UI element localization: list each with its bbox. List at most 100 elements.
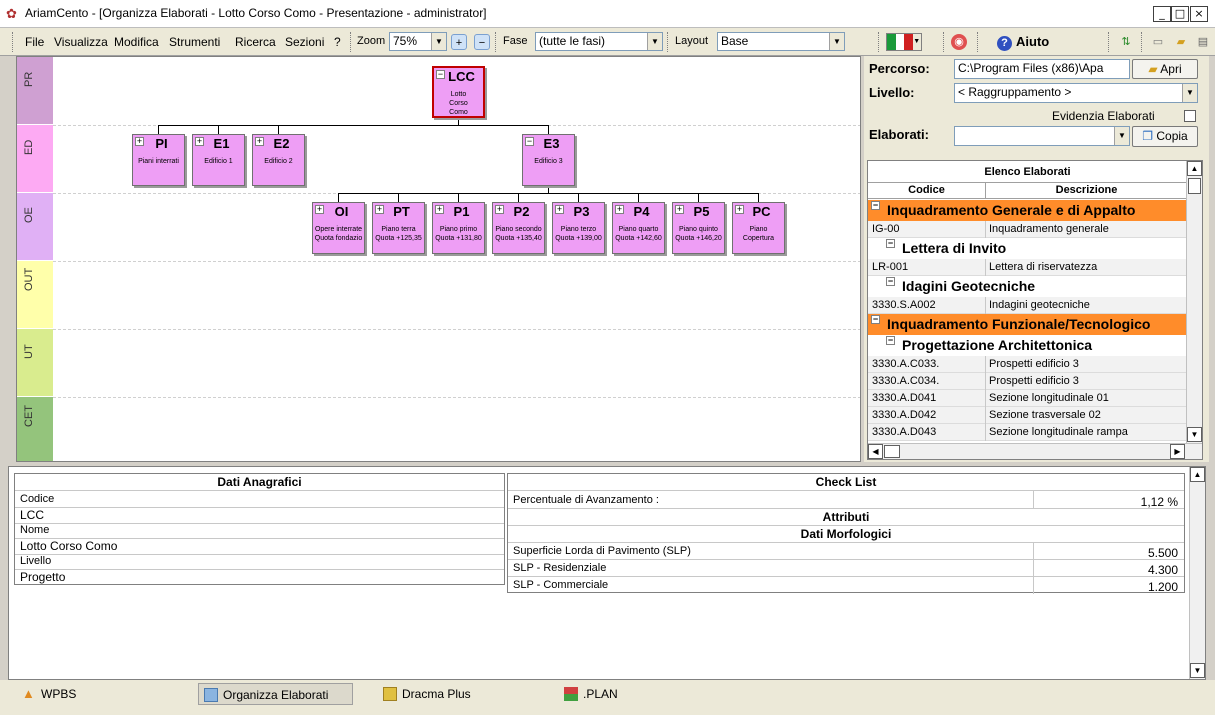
level-band-label: UT bbox=[23, 344, 35, 359]
toolbar-grip[interactable] bbox=[1141, 32, 1144, 52]
toolbar-grip[interactable] bbox=[350, 32, 353, 52]
list-horizontal-scrollbar[interactable]: ◀ ▶ bbox=[868, 443, 1202, 459]
zoom-out-icon[interactable]: − bbox=[474, 34, 490, 50]
zoom-in-icon[interactable]: + bbox=[451, 34, 467, 50]
chevron-down-icon[interactable]: ▼ bbox=[647, 33, 662, 50]
diagram-node[interactable]: + P5 Piano quinto Quota +146,20 bbox=[672, 202, 725, 254]
scroll-up-icon[interactable]: ▲ bbox=[1190, 467, 1205, 482]
close-button[interactable]: × bbox=[1190, 6, 1208, 22]
list-group-header[interactable]: − Inquadramento Generale e di Appalto bbox=[868, 200, 1187, 221]
toolbar-grip[interactable] bbox=[977, 32, 980, 52]
list-group-header[interactable]: − Inquadramento Funzionale/Tecnologico bbox=[868, 314, 1187, 335]
maximize-button[interactable]: □ bbox=[1171, 6, 1189, 22]
diagram-node[interactable]: + E2 Edificio 2 bbox=[252, 134, 305, 186]
zoom-select[interactable]: 75% ▼ bbox=[389, 32, 447, 51]
col-descrizione-header[interactable]: Descrizione bbox=[986, 183, 1187, 199]
help-button[interactable]: ? Aiuto bbox=[985, 32, 1078, 52]
print-icon[interactable]: ▤ bbox=[1195, 34, 1211, 50]
table-row[interactable]: 3330.A.C034. Prospetti edificio 3 bbox=[868, 373, 1187, 390]
scroll-left-icon[interactable]: ◀ bbox=[868, 444, 883, 459]
table-row[interactable]: LR-001 Lettera di riservatezza bbox=[868, 259, 1187, 276]
tab-dracma-plus[interactable]: Dracma Plus bbox=[378, 683, 558, 705]
collapse-icon[interactable]: − bbox=[871, 315, 880, 324]
elaborati-list[interactable]: Elenco Elaborati Codice Descrizione − Inq… bbox=[867, 160, 1203, 460]
table-row[interactable]: 3330.A.D043 Sezione longitudinale rampa bbox=[868, 424, 1187, 441]
table-row[interactable]: 3330.A.C033. Prospetti edificio 3 bbox=[868, 356, 1187, 373]
diagram-node[interactable]: + OI Opere interrate Quota fondazio bbox=[312, 202, 365, 254]
diagram-node[interactable]: + PT Piano terra Quota +125,35 bbox=[372, 202, 425, 254]
scroll-down-icon[interactable]: ▼ bbox=[1187, 427, 1202, 442]
menu-ricerca[interactable]: Ricerca bbox=[235, 35, 276, 49]
copia-button[interactable]: ❐ Copia bbox=[1132, 126, 1198, 147]
toolbar-grip[interactable] bbox=[667, 32, 670, 52]
diagram-node[interactable]: + E1 Edificio 1 bbox=[192, 134, 245, 186]
zoom-label: Zoom bbox=[357, 35, 386, 47]
diagram-node[interactable]: + PI Piani interrati bbox=[132, 134, 185, 186]
open-folder-icon[interactable]: ▰ bbox=[1173, 34, 1189, 50]
table-row[interactable]: 3330.A.D041 Sezione longitudinale 01 bbox=[868, 390, 1187, 407]
chevron-down-icon[interactable]: ▼ bbox=[1114, 127, 1129, 145]
table-row[interactable]: 3330.S.A002 Indagini geotecniche bbox=[868, 297, 1187, 314]
refresh-icon[interactable]: ⇅ bbox=[1118, 34, 1134, 50]
collapse-icon[interactable]: − bbox=[886, 336, 895, 345]
scroll-thumb[interactable] bbox=[1188, 178, 1201, 194]
diagram-node[interactable]: + P3 Piano terzo Quota +139,00 bbox=[552, 202, 605, 254]
diagram-node[interactable]: − LCC Lotto Corso Como bbox=[432, 66, 485, 118]
scroll-thumb[interactable] bbox=[884, 445, 900, 458]
list-vertical-scrollbar[interactable]: ▲ ▼ bbox=[1186, 161, 1202, 443]
language-select[interactable]: ▼ bbox=[886, 33, 922, 51]
details-vertical-scrollbar[interactable]: ▲ ▼ bbox=[1189, 467, 1205, 679]
table-row[interactable]: 3330.A.D042 Sezione trasversale 02 bbox=[868, 407, 1187, 424]
node-code: PC bbox=[752, 204, 771, 219]
toolbar-grip[interactable] bbox=[1108, 32, 1111, 52]
chevron-down-icon[interactable]: ▼ bbox=[431, 33, 446, 50]
stop-icon[interactable]: ◉ bbox=[951, 34, 967, 50]
livello-value[interactable]: Progetto bbox=[20, 570, 65, 584]
menu-sezioni[interactable]: Sezioni bbox=[285, 35, 324, 49]
layout-select[interactable]: Base ▼ bbox=[717, 32, 845, 51]
scroll-right-icon[interactable]: ▶ bbox=[1170, 444, 1185, 459]
diagram-node[interactable]: + P4 Piano quarto Quota +142,60 bbox=[612, 202, 665, 254]
tab-plan[interactable]: .PLAN bbox=[559, 683, 739, 705]
tab-organizza-elaborati[interactable]: Organizza Elaborati bbox=[198, 683, 353, 705]
evidenzia-checkbox[interactable] bbox=[1184, 110, 1196, 122]
new-document-icon[interactable]: ▭ bbox=[1150, 34, 1166, 50]
minimize-button[interactable]: _ bbox=[1153, 6, 1171, 22]
diagram-node[interactable]: + P2 Piano secondo Quota +135,40 bbox=[492, 202, 545, 254]
scroll-up-icon[interactable]: ▲ bbox=[1187, 161, 1202, 176]
livello-select[interactable]: < Raggruppamento > ▼ bbox=[954, 83, 1198, 103]
collapse-icon[interactable]: − bbox=[871, 201, 880, 210]
menu-modifica[interactable]: Modifica bbox=[114, 35, 159, 49]
collapse-icon[interactable]: − bbox=[886, 277, 895, 286]
list-group-header[interactable]: − Idagini Geotecniche bbox=[868, 276, 1187, 297]
diagram-node[interactable]: − E3 Edificio 3 bbox=[522, 134, 575, 186]
list-group-header[interactable]: − Lettera di Invito bbox=[868, 238, 1187, 259]
menu-file[interactable]: File bbox=[25, 35, 44, 49]
toolbar-grip[interactable] bbox=[943, 32, 946, 52]
tab-wpbs[interactable]: ▲ WPBS bbox=[17, 683, 197, 705]
menu-visualizza[interactable]: Visualizza bbox=[54, 35, 108, 49]
nome-value[interactable]: Lotto Corso Como bbox=[20, 539, 117, 553]
elaborati-select[interactable]: ▼ bbox=[954, 126, 1130, 146]
diagram-node[interactable]: + P1 Piano primo Quota +131,80 bbox=[432, 202, 485, 254]
chevron-down-icon[interactable]: ▼ bbox=[829, 33, 844, 50]
col-codice-header[interactable]: Codice bbox=[868, 183, 986, 199]
menu-strumenti[interactable]: Strumenti bbox=[169, 35, 220, 49]
apri-button[interactable]: ▰ Apri bbox=[1132, 59, 1198, 79]
level-band: UT bbox=[17, 329, 53, 397]
toolbar-grip[interactable] bbox=[12, 32, 15, 52]
toolbar-grip[interactable] bbox=[495, 32, 498, 52]
menu-help[interactable]: ? bbox=[334, 35, 341, 49]
codice-value[interactable]: LCC bbox=[20, 508, 44, 522]
level-band: OUT bbox=[17, 261, 53, 329]
table-row[interactable]: IG-00 Inquadramento generale bbox=[868, 221, 1187, 238]
diagram-node[interactable]: + PC Piano Copertura bbox=[732, 202, 785, 254]
percorso-field[interactable]: C:\Program Files (x86)\Apa bbox=[954, 59, 1130, 79]
toolbar-grip[interactable] bbox=[878, 32, 881, 52]
fase-select[interactable]: (tutte le fasi) ▼ bbox=[535, 32, 663, 51]
collapse-icon[interactable]: − bbox=[886, 239, 895, 248]
diagram-canvas[interactable]: PR ED OE OUT UT CET − LCC Lotto Corso Como + PI Pi… bbox=[16, 56, 861, 462]
chevron-down-icon[interactable]: ▼ bbox=[1182, 84, 1197, 102]
list-group-header[interactable]: − Progettazione Architettonica bbox=[868, 335, 1187, 356]
scroll-down-icon[interactable]: ▼ bbox=[1190, 663, 1205, 678]
